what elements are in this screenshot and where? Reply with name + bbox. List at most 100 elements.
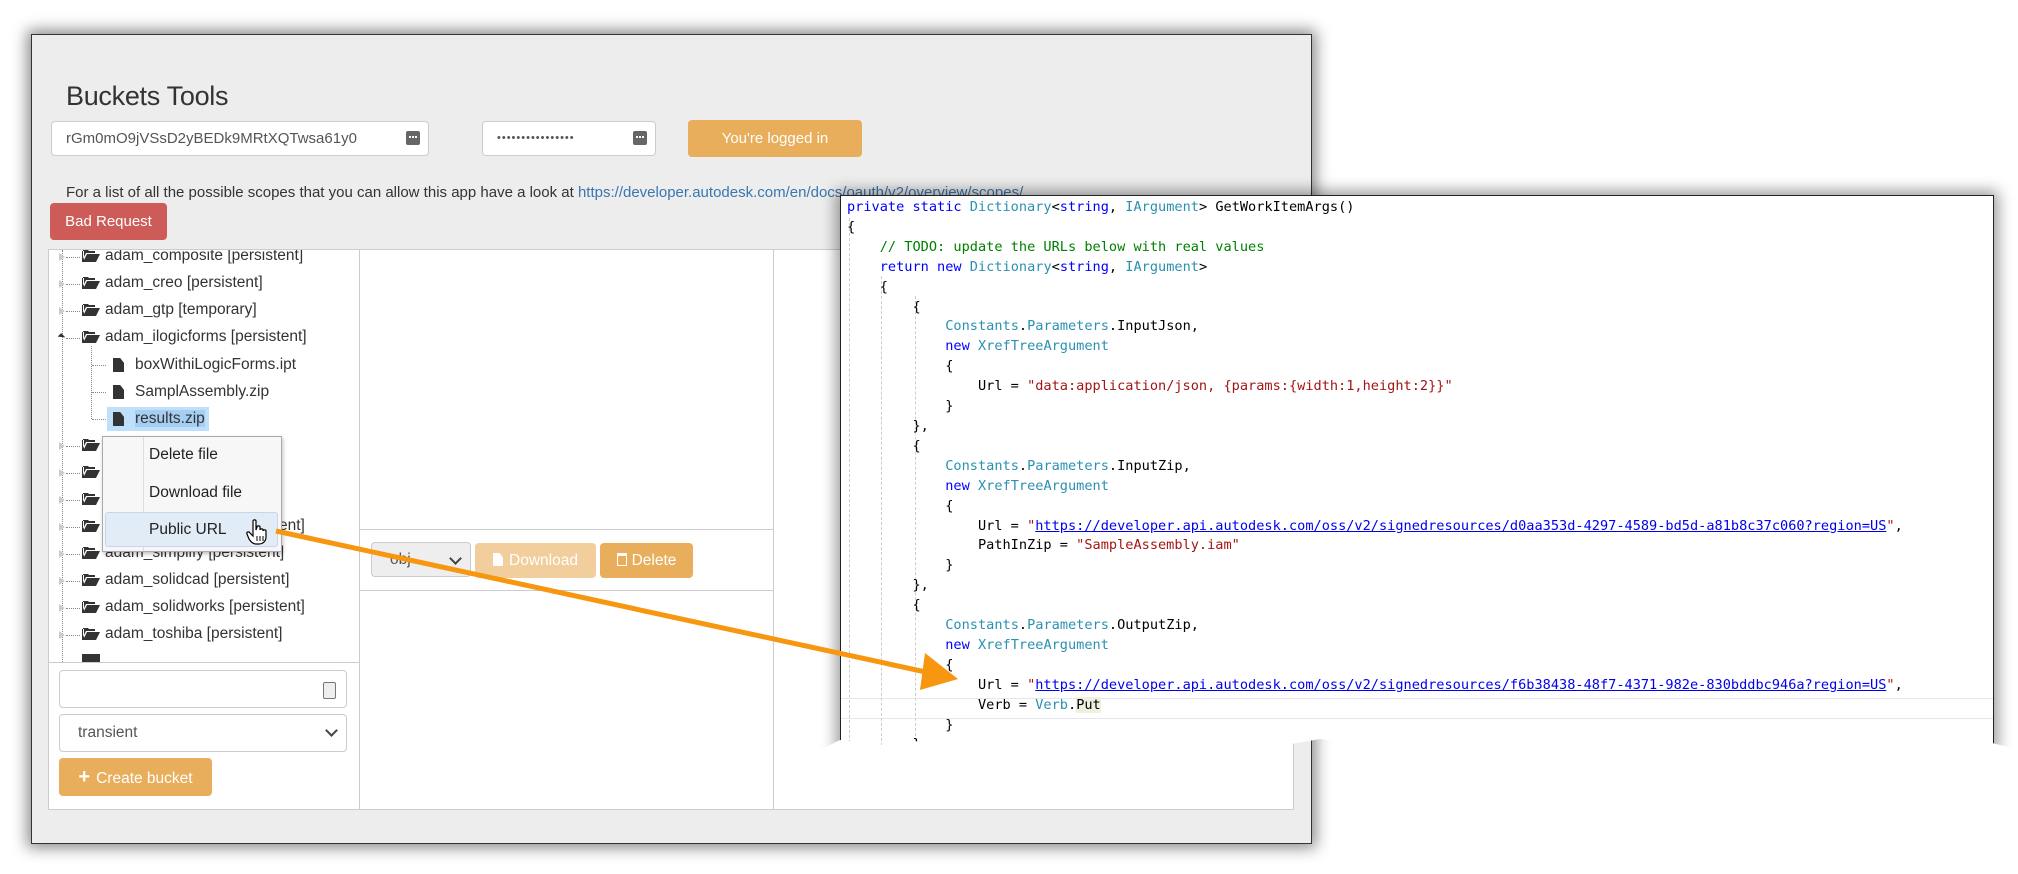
client-secret-input[interactable]: •••••••••••••••• (482, 121, 656, 156)
code-line: }, (847, 576, 1903, 596)
code-line: }, (847, 417, 1903, 437)
tree-connector (66, 257, 80, 258)
menu-item-download-file[interactable]: Download file (149, 484, 242, 502)
code-token: // TODO: update the URLs below with real… (879, 238, 1265, 255)
code-line: { (847, 278, 1903, 298)
tree-item-label: adam_composite [persistent] (105, 250, 304, 264)
tree-item-bucket[interactable]: adam_solidcad [persistent] (49, 568, 359, 594)
code-token: } (847, 398, 954, 415)
caret-collapsed-icon[interactable] (59, 496, 65, 504)
folder-open-icon (82, 438, 100, 456)
code-token: private static (847, 199, 970, 215)
caret-collapsed-icon[interactable] (59, 577, 65, 585)
tree-item-bucket[interactable]: adam_ilogicforms [persistent] (49, 325, 359, 351)
code-token[interactable]: https://developer.api.autodesk.com/oss/v… (1035, 518, 1886, 534)
file-download-icon (493, 553, 504, 566)
code-token: .InputZip, (1108, 457, 1191, 474)
bad-request-button[interactable]: Bad Request (50, 203, 167, 240)
code-token: }, (847, 577, 929, 594)
caret-collapsed-icon[interactable] (59, 442, 65, 450)
code-line: private static Dictionary<string, IArgum… (847, 198, 1903, 218)
tree-connector (66, 635, 80, 636)
code-token: " (1886, 676, 1895, 693)
files-column: obj Download Delete (360, 250, 774, 809)
menu-item-public-url[interactable]: Public URL (149, 521, 227, 539)
tree-item-label: adam_toshiba [persistent] (105, 625, 283, 642)
folder-open-icon (82, 276, 100, 294)
tree-connector (66, 311, 80, 312)
code-token: new (945, 636, 978, 653)
keychain-icon[interactable] (633, 131, 647, 145)
code-token: Parameters (1027, 457, 1109, 474)
keychain-icon[interactable] (406, 131, 420, 145)
caret-expanded-icon[interactable] (57, 333, 66, 341)
buckets-column: adam_composite [persistent] adam_creo [pe… (49, 250, 360, 809)
code-token: . (1018, 457, 1028, 474)
code-token: "data:application/json, {params:{width:1… (1027, 378, 1453, 395)
caret-collapsed-icon[interactable] (59, 550, 65, 558)
code-line: Constants.Parameters.OutputZip, (847, 616, 1903, 636)
code-line: } (847, 556, 1903, 576)
code-token: Url = (847, 378, 1028, 395)
code-token: new (945, 338, 978, 355)
code-line: Url = "https://developer.api.autodesk.co… (847, 676, 1903, 696)
code-line: PathInZip = "SampleAssembly.iam" (847, 536, 1903, 556)
tree-item-bucket[interactable]: adam_toshiba [persistent] (49, 622, 359, 648)
client-id-value: rGm0mO9jVSsD2yBEDk9MRtXQTwsa61y0 (66, 130, 357, 147)
tree-connector (92, 392, 106, 393)
caret-collapsed-icon[interactable] (59, 469, 65, 477)
tree-item-bucket[interactable]: adam_solidworks [persistent] (49, 595, 359, 621)
code-token: , (1894, 676, 1903, 693)
tree-connector (66, 500, 80, 501)
bucket-policy-select[interactable]: transient (59, 714, 347, 752)
selected-file-highlight[interactable]: results.zip (107, 407, 209, 431)
tree-item-bucket[interactable]: adam_gtp [temporary] (49, 298, 359, 324)
folder-open-icon (82, 654, 100, 662)
create-bucket-button[interactable]: + Create bucket (59, 758, 212, 796)
code-line: { (847, 596, 1903, 616)
delete-button[interactable]: Delete (600, 543, 693, 578)
code-line: Url = "data:application/json, {params:{w… (847, 377, 1903, 397)
download-button[interactable]: Download (475, 543, 596, 578)
tree-connector (66, 338, 80, 339)
tree-item-label: SamplAssembly.zip (135, 383, 270, 400)
code-token: .InputJson, (1108, 318, 1199, 335)
code-line: } (847, 716, 1903, 736)
tree-item-bucket[interactable]: adam_creo [persistent] (49, 271, 359, 297)
bucket-name-input[interactable] (59, 670, 347, 708)
code-token: { (847, 597, 921, 614)
file-entry[interactable]: SamplAssembly.zip (107, 380, 273, 404)
caret-collapsed-icon[interactable] (59, 523, 65, 531)
login-button[interactable]: You're logged in (688, 120, 862, 157)
code-token[interactable]: https://developer.api.autodesk.com/oss/v… (1035, 677, 1886, 693)
caret-collapsed-icon[interactable] (59, 253, 65, 261)
code-token: , (1108, 258, 1126, 275)
delete-label: Delete (631, 552, 677, 569)
code-line: Verb = Verb.Put (847, 696, 1903, 716)
file-entry[interactable]: boxWithiLogicForms.ipt (107, 353, 300, 377)
code-line: Constants.Parameters.InputJson, (847, 317, 1903, 337)
code-token: { (847, 218, 856, 235)
format-select[interactable]: obj (371, 542, 471, 577)
code-token: . (1018, 617, 1028, 634)
menu-item-delete-file[interactable]: Delete file (149, 446, 218, 464)
client-id-input[interactable]: rGm0mO9jVSsD2yBEDk9MRtXQTwsa61y0 (51, 121, 429, 156)
code-token: { (847, 656, 954, 673)
folder-open-icon (82, 492, 100, 510)
caret-collapsed-icon[interactable] (59, 307, 65, 315)
caret-collapsed-icon[interactable] (59, 280, 65, 288)
caret-collapsed-icon[interactable] (59, 631, 65, 639)
code-token: PathInZip = (847, 537, 1077, 554)
code-token: < (1051, 199, 1060, 215)
tree-item-label: adam_creo [persistent] (105, 274, 263, 291)
code-token: Verb (1035, 696, 1068, 713)
code-token: , (1894, 517, 1903, 534)
code-token: . (1068, 696, 1077, 713)
code-token: Dictionary (969, 199, 1052, 215)
code-token: Constants (945, 617, 1019, 634)
tree-item-bucket[interactable]: adam_composite [persistent] (49, 250, 359, 270)
caret-collapsed-icon[interactable] (59, 604, 65, 612)
code-token: Dictionary (969, 258, 1052, 275)
code-line: } (847, 397, 1903, 417)
